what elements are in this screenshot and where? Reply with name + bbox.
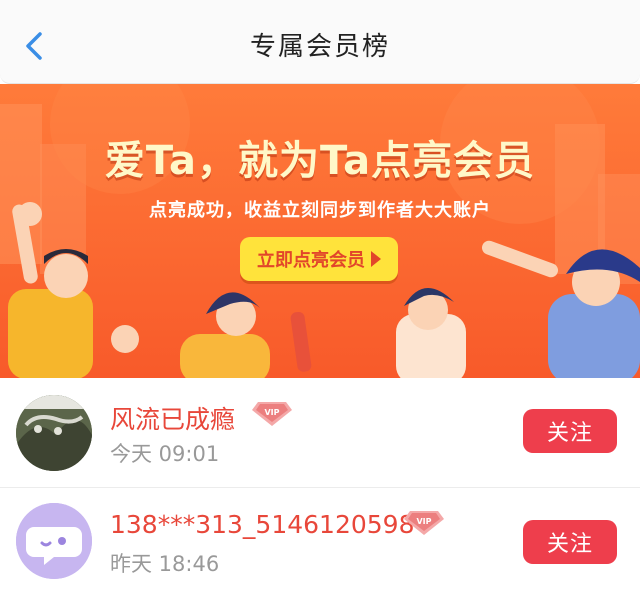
promo-banner[interactable]: 爱Ta，就为Ta点亮会员 点亮成功，收益立刻同步到作者大大账户 立即点亮会员 [0,84,640,378]
member-time: 今天 09:01 [110,442,220,466]
vip-text: VIP [416,517,431,526]
member-name[interactable]: 风流已成瘾 [110,400,235,436]
page-title: 专属会员榜 [249,32,390,62]
navigation-bar: 专属会员榜 [0,0,640,84]
light-up-member-button[interactable]: 立即点亮会员 [240,237,398,281]
avatar-photo [16,395,92,471]
chat-bubble-icon [16,503,92,579]
play-arrow-icon [371,251,381,267]
banner-subtitle: 点亮成功，收益立刻同步到作者大大账户 [149,200,491,221]
member-list-item[interactable]: 138***313_5146120598 VIP 昨天 18:46 关注 [0,488,640,596]
avatar[interactable] [16,395,92,471]
vip-text: VIP [264,408,279,417]
banner-headline: 爱Ta，就为Ta点亮会员 [104,138,536,184]
avatar[interactable] [16,503,92,579]
follow-button[interactable]: 关注 [523,520,617,564]
cta-label: 立即点亮会员 [257,250,365,271]
member-list-item[interactable]: 风流已成瘾 VIP 今天 09:01 关注 [0,378,640,486]
vip-diamond-icon: VIP [252,402,292,426]
member-name[interactable]: 138***313_5146120598 [110,510,415,539]
vip-diamond-icon: VIP [404,511,444,535]
member-time: 昨天 18:46 [110,552,220,576]
follow-button[interactable]: 关注 [523,409,617,453]
